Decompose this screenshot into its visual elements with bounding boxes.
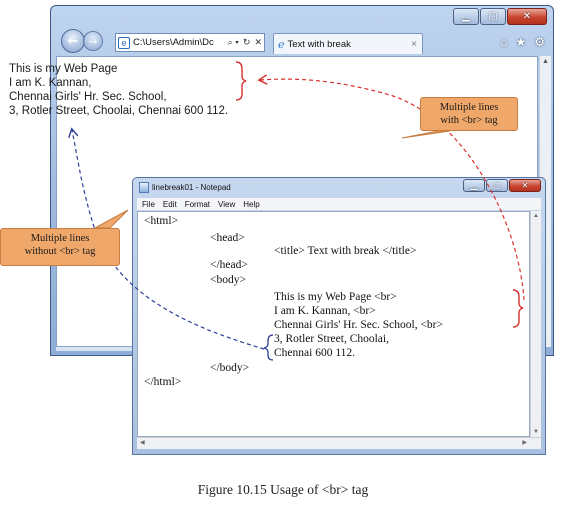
notepad-minimize-button[interactable]: ▁ bbox=[463, 179, 485, 192]
code-line: <title> Text with break </title> bbox=[274, 245, 417, 257]
menu-format[interactable]: Format bbox=[185, 200, 210, 209]
forward-button[interactable]: → bbox=[83, 31, 103, 51]
code-line: <html> bbox=[144, 215, 179, 227]
code-line: </html> bbox=[144, 376, 182, 388]
forward-arrow-icon: → bbox=[88, 34, 98, 48]
back-button[interactable]: ← bbox=[61, 29, 85, 53]
callout-line: Multiple lines bbox=[30, 233, 90, 244]
notepad-menubar: File Edit Format View Help bbox=[137, 198, 541, 210]
notepad-titlebar: linebreak01 - Notepad bbox=[139, 182, 231, 193]
ie-logo-icon: ℯ bbox=[278, 38, 285, 51]
rendered-line: This is my Web Page bbox=[9, 63, 118, 75]
callout-without-br: Multiple lines without <br> tag bbox=[0, 228, 120, 266]
browser-chrome: ▁ ▢ ✕ ← → e C:\Users\Admin\Dc ⌕ ▾ ↻ ✕ ℯ … bbox=[51, 6, 553, 56]
callout-with-br: Multiple lines with <br> tag bbox=[420, 97, 518, 131]
rendered-page-text: This is my Web Page I am K. Kannan, Chen… bbox=[9, 62, 228, 118]
minimize-button[interactable]: ▁ bbox=[453, 8, 479, 25]
address-bar[interactable]: e C:\Users\Admin\Dc ⌕ ▾ ↻ ✕ bbox=[115, 33, 265, 52]
scroll-down-arrow-icon[interactable]: ▼ bbox=[533, 429, 539, 435]
callout-line: with <br> tag bbox=[440, 115, 498, 126]
settings-gear-icon[interactable]: ⚙ bbox=[534, 35, 545, 49]
tab-text-with-break[interactable]: ℯ Text with break × bbox=[273, 33, 423, 54]
back-arrow-icon: ← bbox=[67, 33, 79, 49]
rendered-line: 3, Rotler Street, Choolai, Chennai 600 1… bbox=[9, 105, 229, 117]
tab-close-icon[interactable]: × bbox=[411, 39, 417, 50]
rendered-line: I am K. Kannan, bbox=[9, 77, 92, 89]
scroll-up-arrow-icon[interactable]: ▲ bbox=[542, 58, 549, 65]
code-line: 3, Rotler Street, Choolai, bbox=[274, 333, 389, 345]
menu-view[interactable]: View bbox=[218, 200, 235, 209]
browser-toolbar-icons: ⌂ ★ ⚙ bbox=[492, 35, 545, 49]
code-line: </body> bbox=[210, 362, 250, 374]
tab-title: Text with break bbox=[287, 38, 351, 50]
scroll-up-arrow-icon[interactable]: ▲ bbox=[533, 213, 539, 219]
figure-caption: Figure 10.15 Usage of <br> tag bbox=[197, 482, 369, 497]
callout-line: Multiple lines bbox=[439, 102, 499, 113]
code-line: I am K. Kannan, <br> bbox=[274, 305, 376, 317]
favorites-star-icon[interactable]: ★ bbox=[515, 35, 526, 49]
navigation-buttons: ← → bbox=[61, 29, 103, 53]
scroll-left-arrow-icon[interactable]: ◀ bbox=[140, 439, 145, 446]
code-line: <body> bbox=[210, 274, 246, 286]
notepad-maximize-button[interactable]: ▢ bbox=[486, 179, 508, 192]
code-line: Chennai Girls' Hr. Sec. School, <br> bbox=[274, 319, 443, 331]
notepad-title: linebreak01 - Notepad bbox=[152, 183, 231, 192]
callout-line: without <br> tag bbox=[24, 246, 96, 257]
code-line: Chennai 600 112. bbox=[274, 347, 356, 359]
maximize-button[interactable]: ▢ bbox=[480, 8, 506, 25]
code-line: This is my Web Page <br> bbox=[274, 291, 397, 303]
code-line: <head> bbox=[210, 232, 245, 244]
close-button[interactable]: ✕ bbox=[507, 8, 547, 25]
search-dropdown-icon[interactable]: ⌕ ▾ bbox=[228, 37, 239, 48]
stop-icon[interactable]: ✕ bbox=[254, 37, 262, 48]
rendered-line: Chennai Girls' Hr. Sec. School, bbox=[9, 91, 167, 103]
page-icon: e bbox=[118, 36, 130, 49]
notepad-vertical-scrollbar[interactable]: ▲ ▼ bbox=[530, 211, 541, 437]
code-line: </head> bbox=[210, 259, 248, 271]
notepad-close-button[interactable]: ✕ bbox=[509, 179, 541, 192]
scroll-right-arrow-icon[interactable]: ▶ bbox=[522, 439, 527, 446]
home-icon[interactable]: ⌂ bbox=[500, 35, 507, 49]
notepad-window-controls: ▁ ▢ ✕ bbox=[462, 179, 541, 192]
notepad-icon bbox=[139, 182, 149, 193]
address-text[interactable]: C:\Users\Admin\Dc bbox=[133, 37, 226, 48]
notepad-horizontal-scrollbar[interactable]: ◀ ▶ bbox=[137, 437, 541, 449]
menu-file[interactable]: File bbox=[142, 200, 155, 209]
browser-window-controls: ▁ ▢ ✕ bbox=[452, 8, 547, 25]
refresh-icon[interactable]: ↻ bbox=[243, 37, 251, 48]
menu-edit[interactable]: Edit bbox=[163, 200, 177, 209]
menu-help[interactable]: Help bbox=[243, 200, 259, 209]
